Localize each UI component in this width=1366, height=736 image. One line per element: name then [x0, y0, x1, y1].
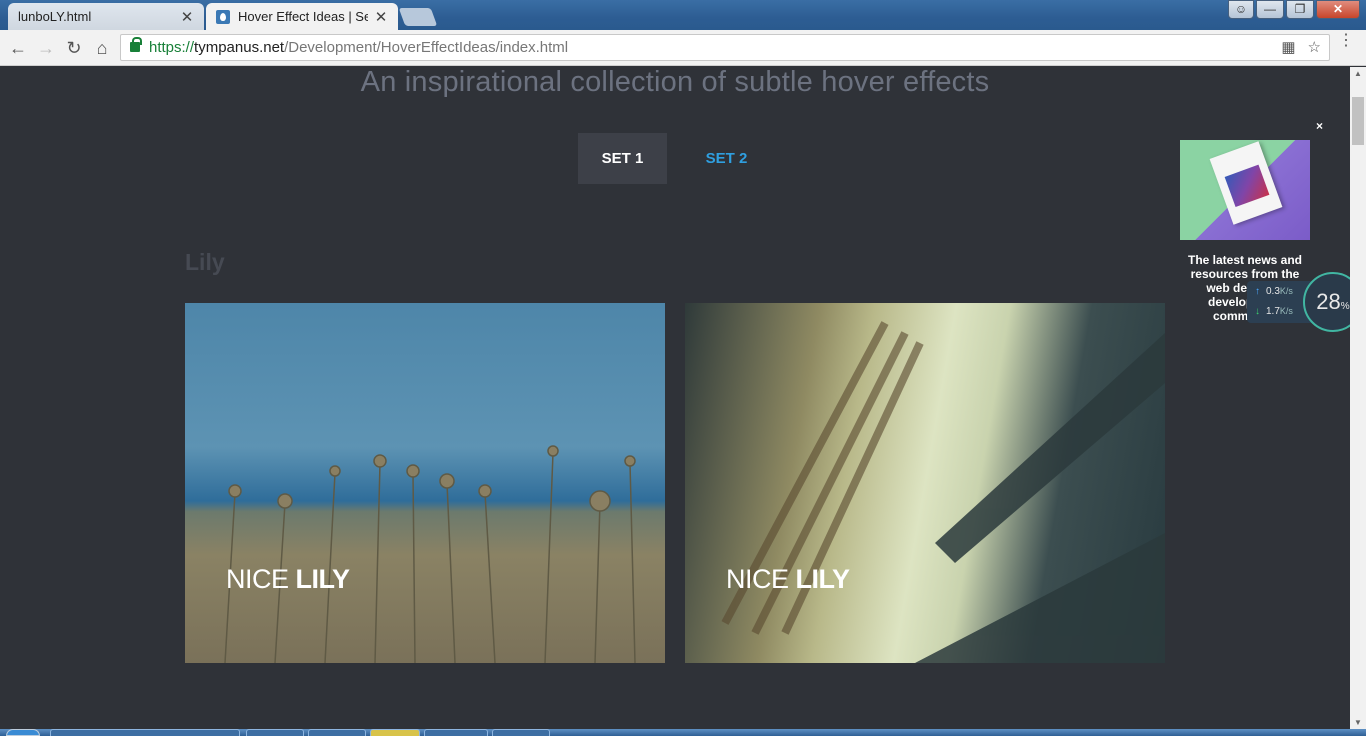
- translate-icon[interactable]: ▦: [1281, 35, 1295, 60]
- taskbar-item[interactable]: [492, 729, 550, 736]
- taskbar-item[interactable]: [424, 729, 488, 736]
- ad-close-icon[interactable]: ×: [1316, 119, 1323, 133]
- tab-lunboly[interactable]: lunboLY.html ✕: [8, 3, 204, 84]
- upload-arrow-icon: ↑: [1255, 286, 1260, 297]
- download-arrow-icon: ↓: [1255, 306, 1260, 317]
- close-tab-icon[interactable]: ✕: [374, 8, 388, 26]
- caption-thin: NICE: [726, 564, 789, 594]
- scroll-up-icon[interactable]: ▲: [1354, 69, 1362, 78]
- start-button[interactable]: [6, 729, 40, 736]
- url-host: tympanus.net: [194, 39, 285, 56]
- window-controls: ☺ — ❐ ✕: [1228, 0, 1360, 20]
- set-2-link[interactable]: SET 2: [682, 133, 771, 184]
- reload-icon[interactable]: ↻: [62, 36, 86, 60]
- upload-value: 0.3: [1266, 286, 1280, 297]
- section-title: Lily: [185, 249, 225, 275]
- browser-titlebar: lunboLY.html ✕ Hover Effect Ideas | Set …: [0, 0, 1366, 84]
- page-scrollbar[interactable]: ▲ ▼: [1350, 67, 1366, 729]
- ad-image[interactable]: [1180, 140, 1310, 240]
- usage-gauge[interactable]: 28%: [1303, 272, 1350, 332]
- magazine-cover-image: [1209, 141, 1283, 225]
- close-tab-icon[interactable]: ✕: [180, 8, 194, 26]
- url-path: /Development/HoverEffectIdeas/index.html: [284, 39, 569, 56]
- address-bar[interactable]: https://tympanus.net/Development/HoverEf…: [120, 34, 1330, 61]
- gauge-percent-sign: %: [1340, 301, 1350, 312]
- caption-bold: LILY: [295, 564, 351, 594]
- user-icon[interactable]: ☺: [1228, 0, 1254, 19]
- scroll-down-icon[interactable]: ▼: [1354, 718, 1362, 727]
- browser-toolbar: ← → ↻ ⌂ https://tympanus.net/Development…: [0, 30, 1366, 66]
- taskbar-item[interactable]: [246, 729, 304, 736]
- back-icon[interactable]: ←: [6, 36, 30, 60]
- download-value: 1.7: [1266, 306, 1280, 317]
- home-icon[interactable]: ⌂: [90, 36, 114, 60]
- close-window-icon[interactable]: ✕: [1316, 0, 1360, 19]
- url-scheme: https://: [149, 39, 195, 56]
- new-tab-button[interactable]: [398, 8, 438, 26]
- caption-thin: NICE: [226, 564, 289, 594]
- lily-effect-card-2[interactable]: NICE LILY: [685, 303, 1165, 663]
- page-subtitle: An inspirational collection of subtle ho…: [360, 67, 990, 98]
- taskbar-item[interactable]: [308, 729, 366, 736]
- menu-icon[interactable]: ⋮: [1338, 33, 1354, 49]
- seats-image: [721, 321, 1165, 663]
- meadow-image: [224, 445, 636, 663]
- gauge-value: 28: [1316, 289, 1341, 314]
- card-caption: NICE LILY: [226, 564, 350, 595]
- forward-icon[interactable]: →: [34, 36, 58, 60]
- speed-unit: K/s: [1279, 306, 1293, 316]
- os-taskbar: [0, 729, 1366, 736]
- scroll-thumb[interactable]: [1352, 97, 1364, 145]
- page-content: An inspirational collection of subtle ho…: [0, 67, 1350, 729]
- lily-effect-card-1[interactable]: NICE LILY: [185, 303, 665, 663]
- caption-bold: LILY: [795, 564, 851, 594]
- star-icon[interactable]: ☆: [1308, 35, 1321, 60]
- lock-icon: [130, 37, 142, 52]
- taskbar-item[interactable]: [50, 729, 240, 736]
- minimize-icon[interactable]: —: [1256, 0, 1284, 19]
- maximize-icon[interactable]: ❐: [1286, 0, 1314, 19]
- card-caption: NICE LILY: [726, 564, 850, 595]
- set-1-link[interactable]: SET 1: [578, 133, 667, 184]
- taskbar-item[interactable]: [370, 729, 420, 736]
- codrops-icon: [216, 9, 230, 24]
- tab-label: Hover Effect Ideas | Set: [238, 9, 368, 24]
- tab-hover-effect-ideas[interactable]: Hover Effect Ideas | Set ✕: [206, 3, 398, 30]
- tab-label: lunboLY.html: [18, 9, 92, 24]
- speed-unit: K/s: [1279, 286, 1293, 296]
- set-navigation: SET 1 SET 2: [578, 133, 771, 184]
